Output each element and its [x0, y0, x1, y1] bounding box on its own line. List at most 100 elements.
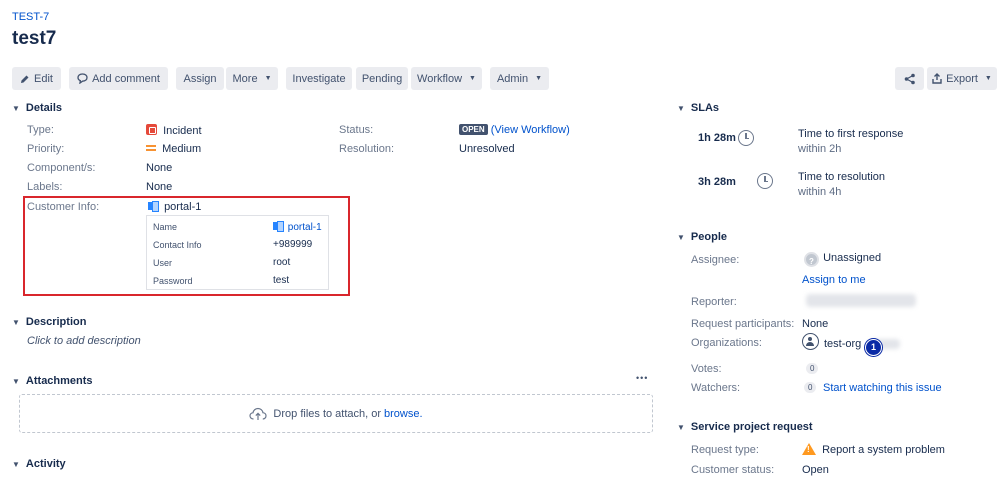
description-section-toggle[interactable]: ▼ Description — [12, 316, 86, 328]
reporter-label: Reporter: — [691, 296, 737, 308]
resolution-label: Resolution: — [339, 143, 395, 155]
labels-value[interactable]: None — [146, 181, 172, 193]
attachments-dropzone[interactable]: Drop files to attach, or browse. — [19, 394, 653, 433]
customer-info-label: Customer Info: — [27, 201, 100, 213]
investigate-button[interactable]: Investigate — [286, 67, 352, 90]
clock-icon — [757, 173, 774, 189]
sla-goal: within 4h — [798, 186, 842, 198]
customer-password-value: test — [273, 275, 290, 286]
add-comment-button[interactable]: Add comment — [69, 67, 168, 90]
chevron-down-icon: ▼ — [677, 103, 685, 113]
export-label: Export — [946, 72, 978, 85]
description-heading: Description — [25, 316, 87, 328]
type-value-text: Incident — [163, 125, 202, 137]
request-type-value[interactable]: Report a system problem — [802, 443, 945, 456]
workflow-label: Workflow — [417, 72, 463, 85]
priority-value[interactable]: Medium — [146, 143, 201, 155]
attachments-section-toggle[interactable]: ▼ Attachments — [12, 375, 93, 387]
workflow-button[interactable]: Workflow ▼ — [411, 67, 482, 90]
chevron-down-icon: ▼ — [469, 75, 476, 82]
assignee-text: Unassigned — [823, 252, 882, 264]
watchers-label: Watchers: — [691, 382, 741, 394]
clock-icon — [738, 130, 754, 146]
assign-button[interactable]: Assign — [176, 67, 224, 90]
status-lozenge: OPEN — [459, 124, 488, 135]
sla-name: Time to resolution — [798, 171, 886, 183]
organizations-label: Organizations: — [691, 337, 762, 349]
incident-icon — [146, 124, 157, 135]
edit-label: Edit — [34, 72, 53, 85]
assign-to-me-link[interactable]: Assign to me — [802, 274, 866, 286]
components-value[interactable]: None — [146, 162, 172, 174]
start-watching-link[interactable]: Start watching this issue — [823, 382, 942, 394]
sla-name: Time to first response — [798, 128, 904, 140]
reporter-avatar-redacted — [806, 294, 916, 307]
browse-link[interactable]: browse. — [384, 408, 423, 420]
labels-label: Labels: — [27, 181, 63, 193]
sla-time: 3h 28m — [698, 176, 736, 188]
admin-button[interactable]: Admin ▼ — [490, 67, 549, 90]
share-button[interactable] — [895, 67, 924, 90]
export-button[interactable]: Export ▼ — [927, 67, 997, 90]
activity-heading: Activity — [25, 458, 66, 470]
type-value[interactable]: Incident — [146, 124, 202, 137]
customer-status-label: Customer status: — [691, 464, 775, 476]
sla-time: 1h 28m — [698, 132, 736, 144]
details-section-toggle[interactable]: ▼ Details — [12, 102, 62, 114]
activity-section-toggle[interactable]: ▼ Activity — [12, 458, 66, 470]
sla-goal: within 2h — [798, 143, 842, 155]
more-label: More — [232, 72, 258, 85]
organization-icon — [802, 333, 819, 350]
priority-medium-icon — [146, 145, 156, 151]
view-workflow-link[interactable]: (View Workflow) — [491, 124, 570, 136]
edit-button[interactable]: Edit — [12, 67, 61, 90]
status-label: Status: — [339, 124, 374, 136]
pencil-icon — [21, 75, 29, 83]
drop-text: Drop files to attach, or — [273, 407, 382, 420]
issue-title: test7 — [12, 28, 57, 49]
people-section-toggle[interactable]: ▼ People — [677, 231, 727, 243]
attachments-more-button[interactable]: ••• — [636, 373, 648, 383]
chevron-down-icon: ▼ — [677, 232, 685, 242]
cloud-upload-icon — [249, 407, 268, 420]
customer-row-label: Contact Info — [153, 240, 202, 250]
warning-icon — [802, 443, 816, 455]
comment-icon — [77, 73, 88, 84]
request-type-label: Request type: — [691, 444, 759, 456]
description-placeholder[interactable]: Click to add description — [27, 335, 141, 347]
issue-key-link[interactable]: TEST-7 — [12, 11, 49, 23]
unassigned-avatar: ? — [804, 252, 819, 267]
chevron-down-icon: ▼ — [264, 75, 272, 82]
service-request-section-toggle[interactable]: ▼ Service project request — [677, 421, 813, 433]
more-button[interactable]: More ▼ — [226, 67, 278, 90]
chevron-down-icon: ▼ — [12, 317, 20, 327]
slas-heading: SLAs — [690, 102, 720, 114]
organization-value[interactable]: test-org — [824, 338, 861, 350]
votes-label: Votes: — [691, 363, 722, 375]
assignee-label: Assignee: — [691, 254, 740, 266]
customer-title-text: portal-1 — [164, 201, 202, 213]
step-badge: 1 — [865, 339, 882, 356]
watchers-count[interactable]: 0 — [804, 382, 817, 393]
customer-user-value: root — [273, 257, 291, 268]
investigate-label: Investigate — [292, 72, 346, 85]
chevron-down-icon: ▼ — [12, 376, 20, 386]
chevron-down-icon: ▼ — [984, 75, 992, 82]
customer-name-link[interactable]: portal-1 — [273, 221, 322, 233]
participants-value[interactable]: None — [802, 318, 828, 330]
assignee-value[interactable]: ? Unassigned — [804, 252, 881, 267]
chevron-down-icon: ▼ — [12, 103, 20, 113]
customer-name-value: portal-1 — [287, 222, 322, 233]
pending-label: Pending — [361, 72, 403, 85]
add-comment-label: Add comment — [92, 72, 160, 85]
pending-button[interactable]: Pending — [356, 67, 408, 90]
chevron-down-icon: ▼ — [677, 422, 685, 432]
status-value: OPEN (View Workflow) — [459, 124, 570, 136]
resolution-value: Unresolved — [459, 143, 515, 155]
slas-section-toggle[interactable]: ▼ SLAs — [677, 102, 719, 114]
priority-value-text: Medium — [162, 143, 202, 155]
priority-label: Priority: — [27, 143, 65, 155]
votes-count[interactable]: 0 — [806, 363, 819, 374]
customer-row-label: Password — [153, 276, 193, 286]
attachments-heading: Attachments — [25, 375, 93, 387]
